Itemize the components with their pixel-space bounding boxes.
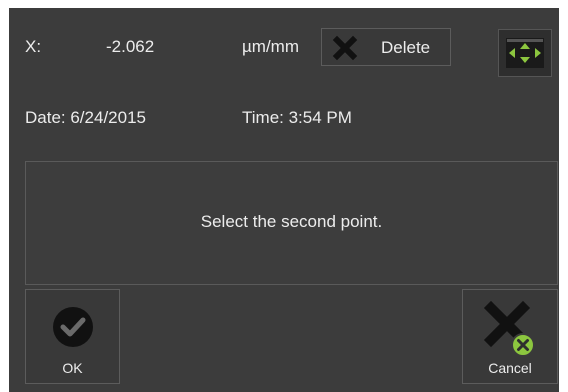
delete-button-label: Delete [381, 38, 431, 57]
axis-label: X: [25, 37, 42, 56]
ok-button[interactable]: OK [25, 289, 120, 384]
measurement-value: -2.062 [106, 37, 155, 56]
message-box: Select the second point. [25, 161, 558, 285]
cancel-x-icon [483, 300, 535, 357]
measurement-unit: µm/mm [242, 37, 300, 56]
cancel-button-label: Cancel [488, 360, 532, 376]
checkmark-circle-icon [53, 307, 93, 347]
cancel-button[interactable]: Cancel [462, 289, 558, 384]
delete-button[interactable]: Delete [321, 28, 451, 66]
pan-button[interactable] [498, 29, 552, 77]
instruction-message: Select the second point. [200, 212, 383, 231]
measurement-dialog: X: -2.062 µm/mm Delete Date: 6/24/2015 T… [9, 8, 559, 392]
ok-button-label: OK [62, 360, 83, 376]
pan-arrows-icon [506, 38, 544, 68]
date-text: Date: 6/24/2015 [25, 108, 146, 127]
time-text: Time: 3:54 PM [242, 108, 352, 127]
x-mark-icon [332, 35, 358, 61]
